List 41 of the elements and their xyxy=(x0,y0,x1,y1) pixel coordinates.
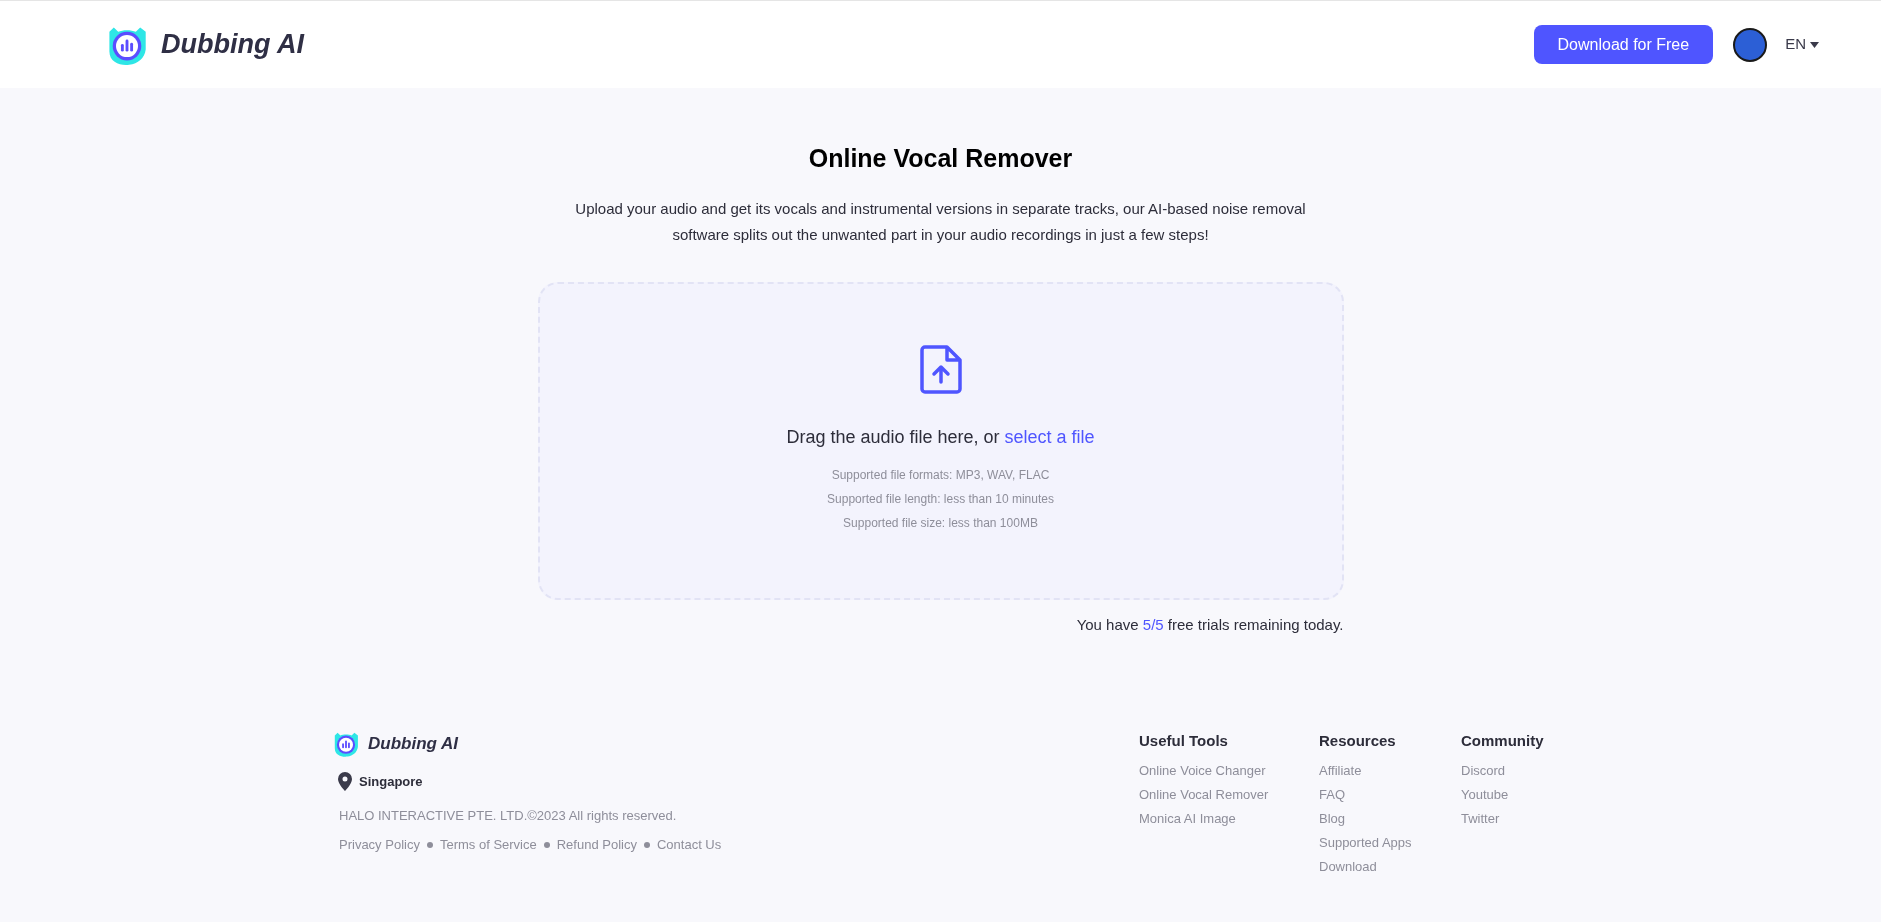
language-selector[interactable]: EN xyxy=(1785,33,1819,56)
bullet-separator xyxy=(643,841,650,848)
footer-brand: Dubbing AI xyxy=(368,733,458,756)
format-note: Supported file length: less than 10 minutes xyxy=(827,490,1054,508)
footer-link[interactable]: Supported Apps xyxy=(1319,832,1461,853)
footer-column-heading: Resources xyxy=(1319,731,1397,751)
brand-name: Dubbing AI xyxy=(161,28,304,62)
page-description: Upload your audio and get its vocals and instrumental versions in separate tracks, our AI-based noise removal software splits out the unwanted part in your audio recordings in just a few steps! xyxy=(574,198,1307,245)
location-pin-icon xyxy=(338,772,352,792)
legal-link[interactable]: Refund Policy xyxy=(556,835,637,855)
footer-link[interactable]: Twitter xyxy=(1461,808,1551,829)
logo-icon xyxy=(332,730,360,758)
legal-link[interactable]: Terms of Service xyxy=(439,835,537,855)
caret-icon xyxy=(1810,41,1819,48)
footer-link[interactable]: Discord xyxy=(1461,760,1551,781)
footer-link[interactable]: Affiliate xyxy=(1319,760,1461,781)
location-text: Singapore xyxy=(359,773,423,791)
avatar[interactable] xyxy=(1733,27,1768,62)
select-file-link[interactable]: select a file xyxy=(1004,426,1095,447)
download-button[interactable]: Download for Free xyxy=(1533,25,1714,64)
footer-link[interactable]: FAQ xyxy=(1319,784,1461,805)
footer-link[interactable]: Download xyxy=(1319,856,1461,877)
footer-column-heading: Community xyxy=(1461,731,1545,751)
copyright-text: HALO INTERACTIVE PTE. LTD.©2023 All rights reserved. xyxy=(338,806,678,825)
drop-instruction: Drag the audio file here, or select a file xyxy=(786,425,1095,449)
bullet-separator xyxy=(426,841,433,848)
footer-link[interactable]: Youtube xyxy=(1461,784,1551,805)
footer-column-heading: Useful Tools xyxy=(1139,731,1229,751)
format-note: Supported file formats: MP3, WAV, FLAC xyxy=(831,466,1050,484)
legal-link[interactable]: Privacy Policy xyxy=(339,835,420,855)
bullet-separator xyxy=(543,841,550,848)
footer-link[interactable]: Online Voice Changer xyxy=(1139,760,1319,781)
file-upload-icon xyxy=(918,343,963,394)
footer-link[interactable]: Online Vocal Remover xyxy=(1139,784,1319,805)
format-note: Supported file size: less than 100MB xyxy=(843,514,1038,532)
page-title: Online Vocal Remover xyxy=(808,143,1073,174)
footer-link[interactable]: Monica AI Image xyxy=(1139,808,1319,829)
footer-link[interactable]: Blog xyxy=(1319,808,1461,829)
upload-dropzone[interactable]: Drag the audio file here, or select a file Supported file formats: MP3, WAV, FLAC Supported file length: less than 10 minutes Supported file size: less than 100MB xyxy=(537,281,1344,600)
trials-remaining: You have 5/5 free trials remaining today. xyxy=(1076,614,1344,635)
legal-link[interactable]: Contact Us xyxy=(656,835,722,855)
